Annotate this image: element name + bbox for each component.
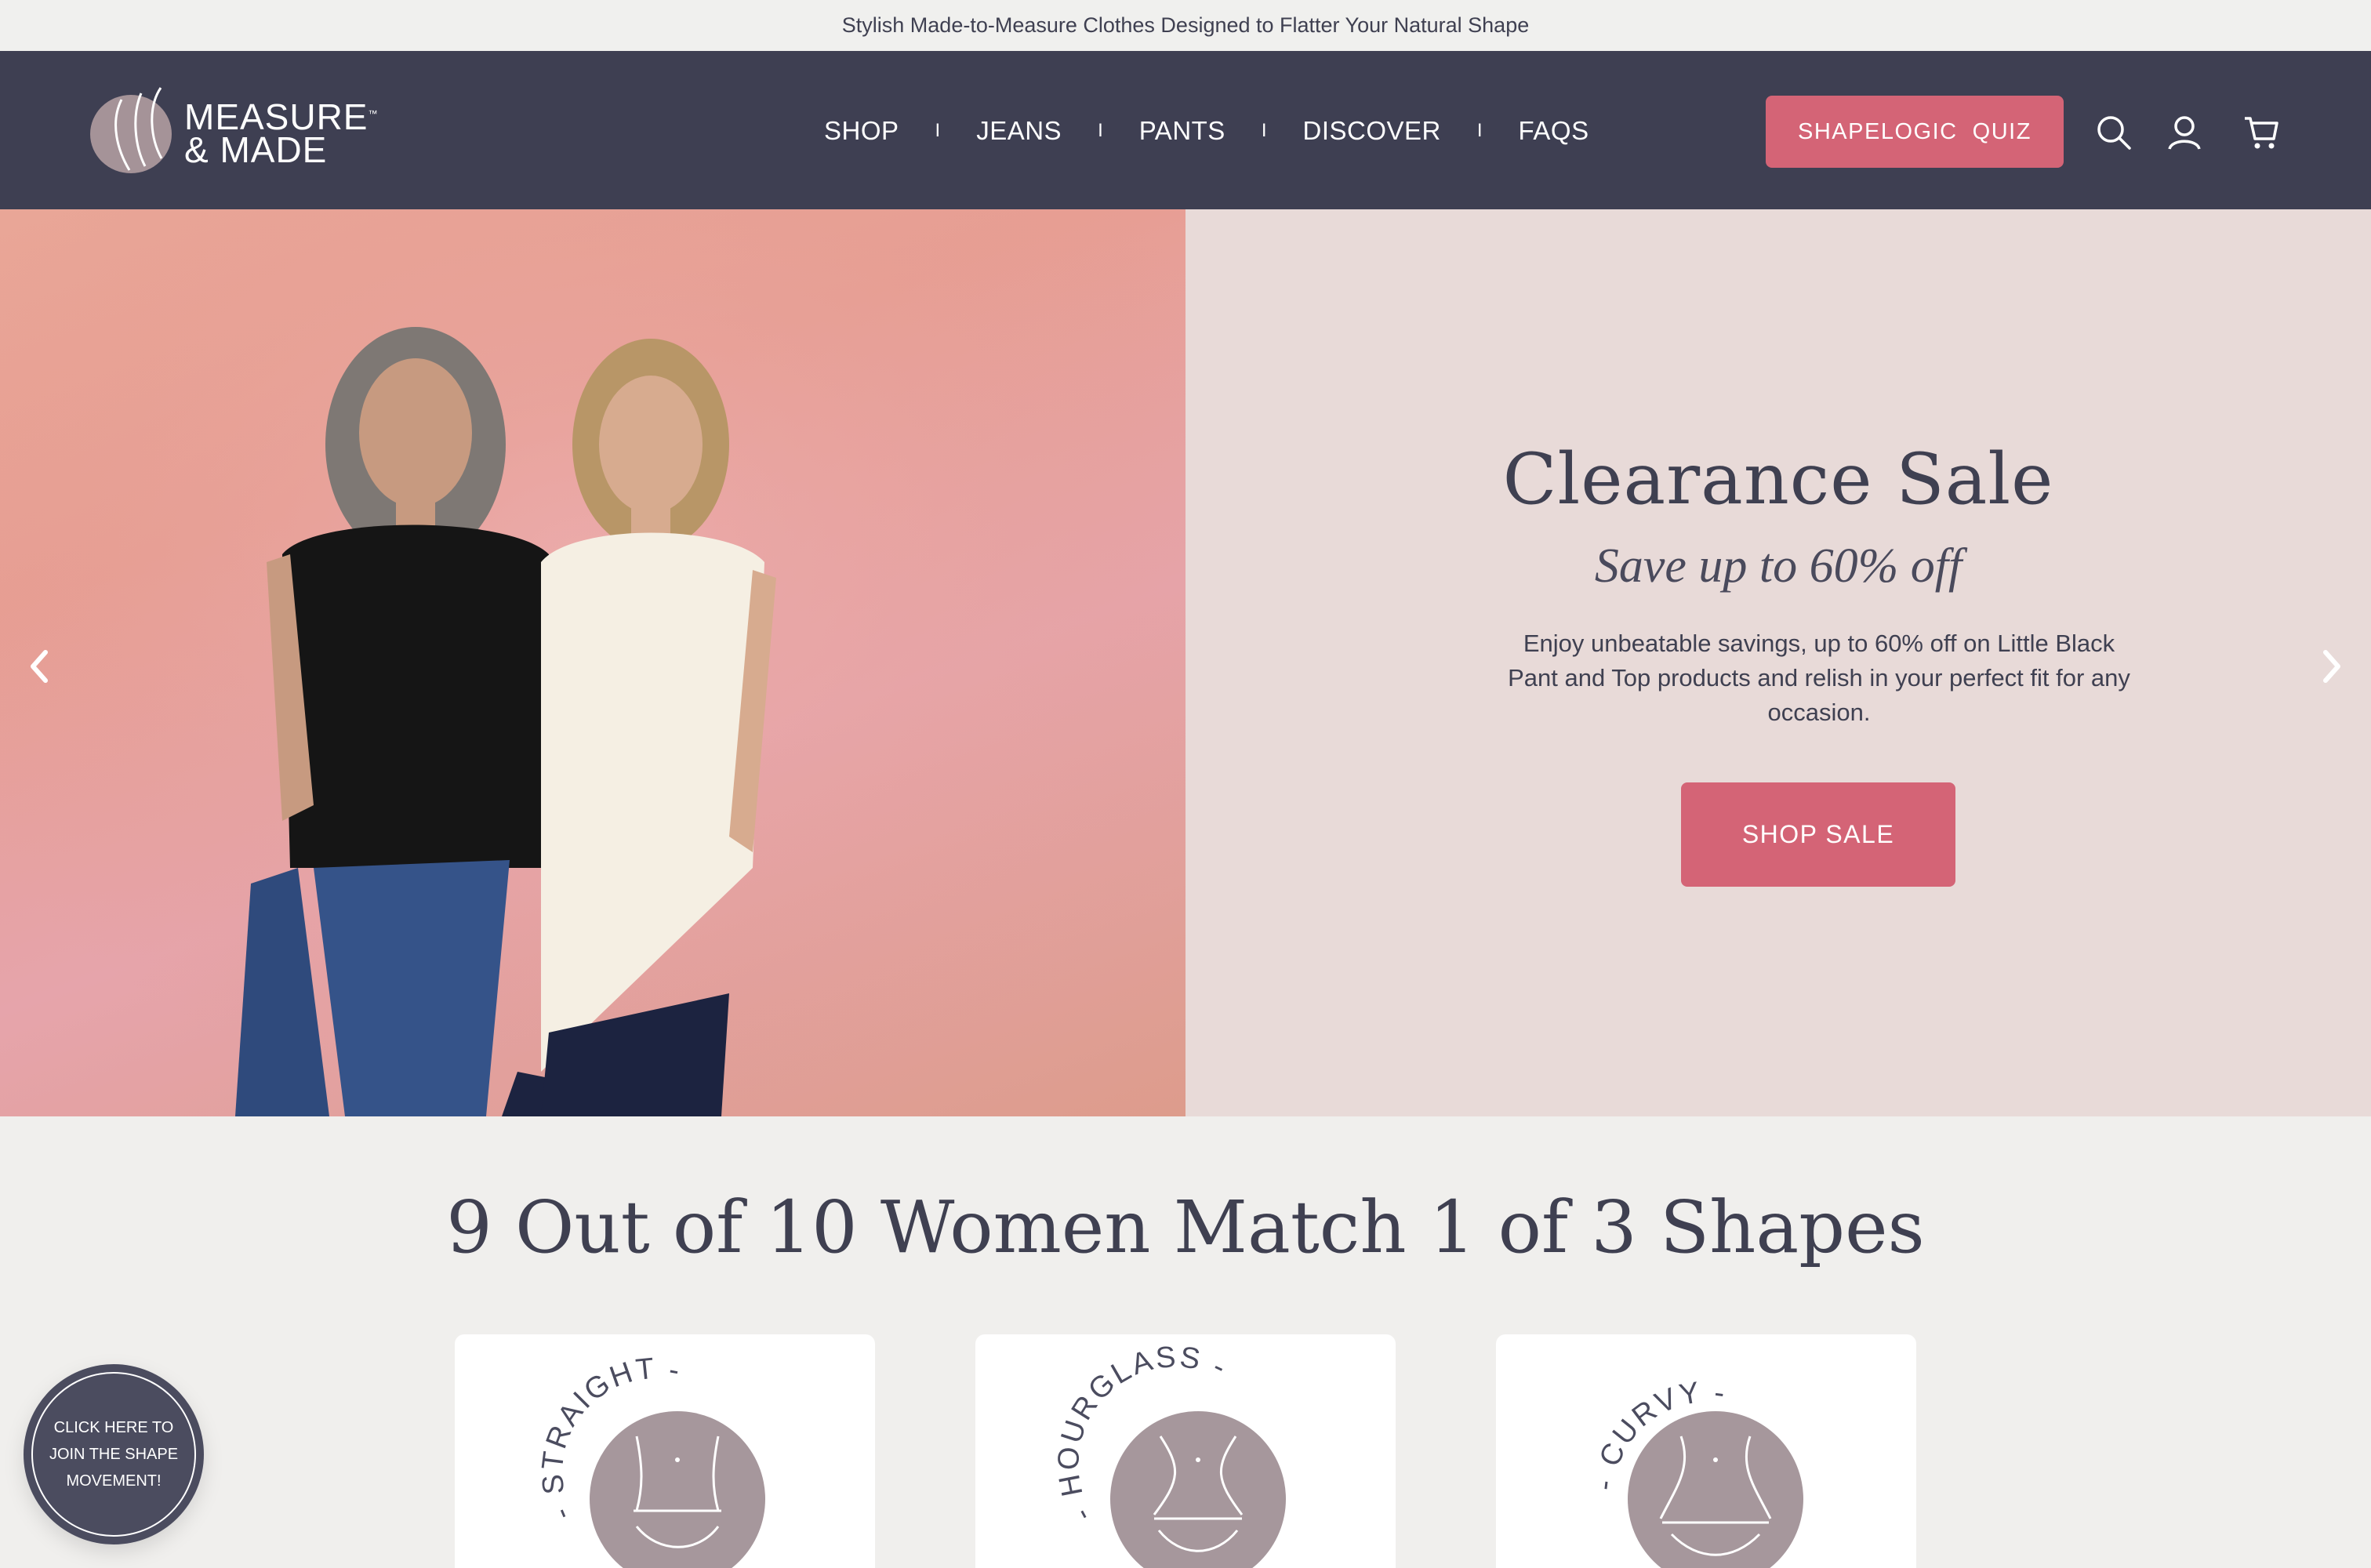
badge-ring: CLICK HERE TO JOIN THE SHAPE MOVEMENT! xyxy=(31,1372,196,1537)
main-nav: SHOP I JEANS I PANTS I DISCOVER I FAQS xyxy=(824,114,1589,148)
curvy-shape-icon: - CURVY - xyxy=(1588,1376,1803,1568)
hourglass-shape-icon: - HOURGLASS - xyxy=(1052,1341,1286,1568)
hero-title: Clearance Sale xyxy=(1502,438,2054,521)
nav-separator: I xyxy=(935,120,941,141)
hero-subtitle: Save up to 60% off xyxy=(1594,539,1963,593)
chevron-right-icon[interactable] xyxy=(2316,643,2347,690)
shape-card-straight[interactable]: - STRAIGHT - xyxy=(455,1334,875,1568)
hero-description: Enjoy unbeatable savings, up to 60% off … xyxy=(1508,630,2130,726)
logo-wordmark: MEASURE™ & MADE xyxy=(184,96,379,170)
shape-card-hourglass[interactable]: - HOURGLASS - xyxy=(975,1334,1396,1568)
hero-image xyxy=(0,209,1186,1116)
quiz-label: SHAPELOGIC QUIZ xyxy=(1798,118,2032,144)
nav-separator: I xyxy=(1476,120,1483,141)
logo-mark-icon xyxy=(90,87,172,173)
chevron-left-icon[interactable] xyxy=(24,643,55,690)
account-icon[interactable] xyxy=(2166,114,2203,151)
hero-panel: Clearance Sale Save up to 60% off Enjoy … xyxy=(1186,209,2371,1116)
search-icon[interactable] xyxy=(2095,114,2133,151)
nav-faqs[interactable]: FAQS xyxy=(1519,116,1589,146)
nav-pants[interactable]: PANTS xyxy=(1139,116,1225,146)
cart-icon[interactable] xyxy=(2242,114,2280,151)
shape-card-curvy[interactable]: - CURVY - xyxy=(1496,1334,1916,1568)
site-header: MEASURE™ & MADE SHOP I JEANS I PANTS I D… xyxy=(0,51,2371,209)
nav-discover[interactable]: DISCOVER xyxy=(1303,116,1441,146)
shop-sale-label: SHOP SALE xyxy=(1741,820,1895,848)
badge-text: CLICK HERE TO JOIN THE SHAPE MOVEMENT! xyxy=(49,1419,179,1490)
logo[interactable]: MEASURE™ & MADE xyxy=(86,84,384,178)
shapelogic-quiz-button[interactable]: SHAPELOGIC QUIZ xyxy=(1766,96,2064,168)
shapes-heading: 9 Out of 10 Women Match 1 of 3 Shapes xyxy=(446,1185,1925,1269)
straight-shape-icon: - STRAIGHT - xyxy=(536,1352,765,1568)
nav-separator: I xyxy=(1261,120,1267,141)
shop-sale-button[interactable]: SHOP SALE xyxy=(1681,782,1955,887)
nav-separator: I xyxy=(1098,120,1103,141)
announcement-text: Stylish Made-to-Measure Clothes Designed… xyxy=(841,13,1530,37)
nav-shop[interactable]: SHOP xyxy=(824,116,899,146)
shape-movement-badge[interactable]: CLICK HERE TO JOIN THE SHAPE MOVEMENT! xyxy=(27,1367,201,1541)
announcement-bar: Stylish Made-to-Measure Clothes Designed… xyxy=(0,0,2371,52)
nav-jeans[interactable]: JEANS xyxy=(976,116,1062,146)
hero-models-illustration xyxy=(0,209,1186,1116)
